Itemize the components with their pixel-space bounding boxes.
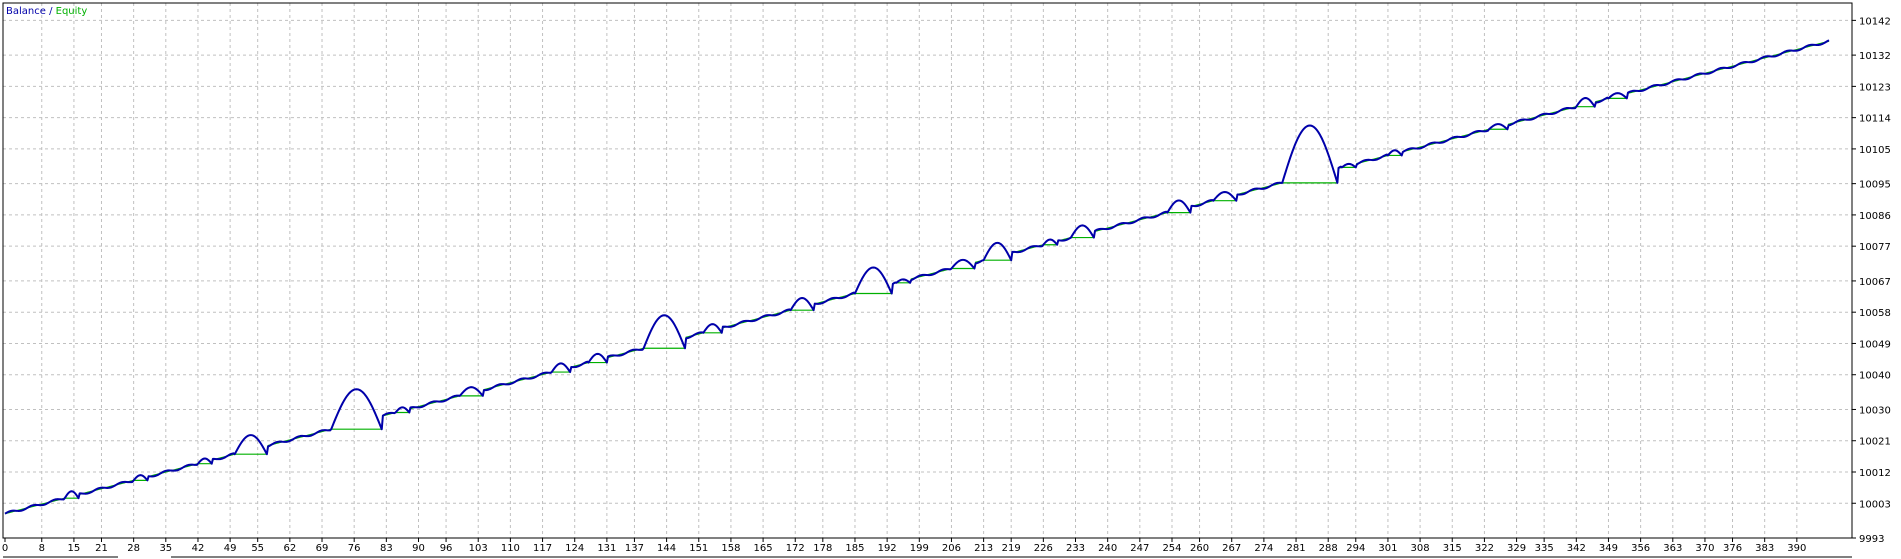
x-tick-label: 240 [1098,543,1117,554]
x-tick-label: 335 [1535,543,1554,554]
x-tick-label: 247 [1130,543,1149,554]
x-tick-label: 383 [1755,543,1774,554]
x-tick-label: 329 [1507,543,1526,554]
y-tick-label: 10049 [1859,339,1891,350]
x-tick-label: 260 [1190,543,1209,554]
x-tick-label: 83 [380,543,393,554]
y-tick-label: 10105 [1859,145,1891,156]
x-tick-label: 288 [1319,543,1338,554]
x-tick-label: 137 [625,543,644,554]
x-tick-label: 124 [565,543,584,554]
x-tick-label: 69 [316,543,329,554]
x-tick-label: 151 [689,543,708,554]
x-tick-label: 281 [1286,543,1305,554]
x-tick-label: 62 [283,543,296,554]
x-tick-label: 376 [1723,543,1742,554]
x-tick-label: 165 [754,543,773,554]
x-tick-label: 267 [1222,543,1241,554]
x-tick-label: 8 [39,543,45,554]
x-tick-label: 274 [1254,543,1273,554]
x-tick-label: 28 [127,543,140,554]
x-tick-label: 35 [159,543,172,554]
x-tick-label: 294 [1346,543,1365,554]
x-tick-label: 199 [910,543,929,554]
x-tick-label: 103 [469,543,488,554]
y-tick-label: 10003 [1859,499,1891,510]
y-tick-label: 10123 [1859,82,1891,93]
x-tick-label: 42 [192,543,205,554]
legend-separator: / [46,6,56,17]
x-tick-label: 356 [1631,543,1650,554]
x-tick-label: 144 [657,543,676,554]
x-tick-label: 158 [721,543,740,554]
x-tick-label: 90 [412,543,425,554]
x-tick-label: 49 [224,543,237,554]
x-tick-label: 226 [1034,543,1053,554]
y-tick-label: 10030 [1859,405,1891,416]
y-tick-label: 10132 [1859,51,1891,62]
x-tick-label: 21 [95,543,108,554]
x-tick-label: 117 [533,543,552,554]
legend-equity: Equity [56,6,88,17]
x-tick-label: 55 [251,543,264,554]
x-tick-label: 172 [786,543,805,554]
balance-equity-chart: 0 8 15 21 28 35 42 49 55 62 69 76 83 90 96 103 110 117 124… [0,0,1901,559]
x-tick-label: 363 [1663,543,1682,554]
x-tick-label: 96 [440,543,453,554]
x-tick-label: 390 [1787,543,1806,554]
x-tick-label: 342 [1567,543,1586,554]
y-tick-label: 9993 [1859,534,1884,545]
y-tick-label: 10142 [1859,16,1891,27]
y-tick-label: 10021 [1859,437,1891,448]
x-tick-label: 76 [348,543,361,554]
legend-balance: Balance [6,6,46,17]
x-tick-label: 213 [974,543,993,554]
y-tick-label: 10114 [1859,114,1891,125]
x-tick-label: 178 [813,543,832,554]
legend: Balance / Equity [6,6,87,17]
x-tick-label: 301 [1378,543,1397,554]
x-tick-label: 315 [1443,543,1462,554]
x-tick-label: 185 [845,543,864,554]
y-tick-label: 10095 [1859,180,1891,191]
y-tick-label: 10058 [1859,308,1891,319]
x-tick-label: 131 [597,543,616,554]
x-tick-label: 110 [501,543,520,554]
x-tick-label: 15 [68,543,81,554]
y-tick-label: 10040 [1859,371,1891,382]
x-tick-label: 0 [2,543,8,554]
x-tick-label: 254 [1162,543,1181,554]
x-tick-label: 349 [1599,543,1618,554]
x-tick-label: 219 [1002,543,1021,554]
x-tick-label: 322 [1475,543,1494,554]
x-tick-label: 206 [942,543,961,554]
x-tick-label: 370 [1695,543,1714,554]
y-tick-label: 10012 [1859,468,1891,479]
y-tick-label: 10067 [1859,277,1891,288]
chart-background [0,0,1901,559]
x-tick-label: 233 [1066,543,1085,554]
y-tick-label: 10077 [1859,242,1891,253]
x-tick-label: 192 [878,543,897,554]
y-tick-label: 10086 [1859,211,1891,222]
x-tick-label: 308 [1411,543,1430,554]
